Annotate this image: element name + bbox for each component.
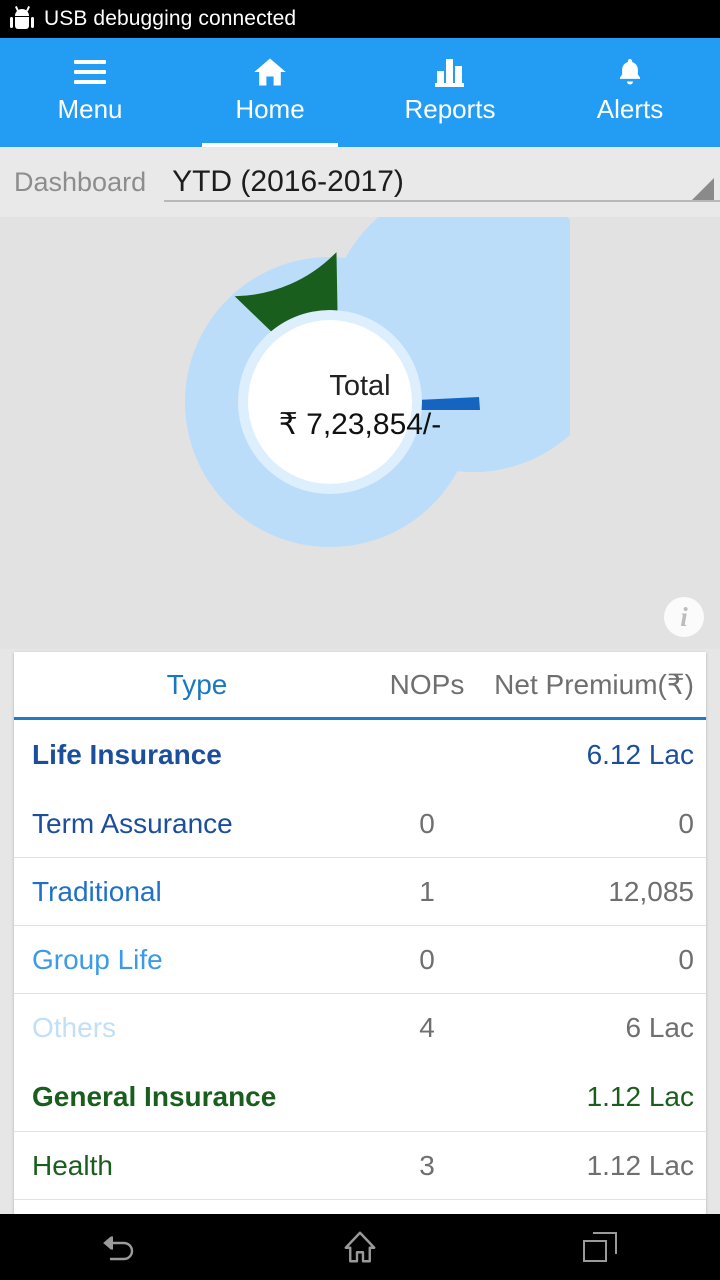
dashboard-label: Dashboard [14,166,147,197]
tab-menu-label: Menu [57,94,123,124]
row-nops-value: 3 [419,1149,435,1181]
nav-home-button[interactable] [300,1214,420,1280]
period-spinner[interactable]: YTD (2016-2017) [164,154,720,210]
donut-chart[interactable]: Total ₹ 7,23,854/- [0,217,720,587]
android-bugdroid-icon [10,6,34,32]
table-row[interactable]: Group Life 0 0 [14,926,706,994]
nav-back-button[interactable] [60,1214,180,1280]
table-row[interactable]: Term Assurance 0 0 [14,790,706,858]
home-icon [252,55,288,89]
hamburger-menu-icon [74,55,106,89]
spinner-underline [164,200,720,202]
back-arrow-icon [103,1236,134,1261]
row-type-label: Health [32,1149,113,1181]
app-screen: USB debugging connected Menu Home Report… [0,0,720,1280]
row-nops-value: 0 [419,943,435,975]
row-premium-value: 6.12 Lac [586,739,694,770]
table-row[interactable]: Traditional 1 12,085 [14,858,706,926]
spinner-caret-icon [692,178,714,200]
row-premium-value: 6 Lac [625,1012,695,1043]
home-outline-icon [344,1231,376,1263]
tab-reports[interactable]: Reports [360,38,540,147]
table-header-row: Type NOPs Net Premium(₹) [14,652,706,720]
status-bar: USB debugging connected [0,0,720,38]
summary-table-card: Type NOPs Net Premium(₹) Life Insurance … [14,652,706,1214]
row-type-label: Group Life [32,943,163,975]
system-navigation-bar [0,1214,720,1280]
nav-recent-button[interactable] [540,1214,660,1280]
tab-home-label: Home [235,94,305,124]
row-premium-value: 0 [678,943,694,975]
row-type-label: Traditional [32,875,162,907]
period-spinner-value: YTD (2016-2017) [172,165,404,198]
chart-panel: Total ₹ 7,23,854/- i [0,217,720,649]
column-header-nops: NOPs [389,668,465,700]
status-bar-text: USB debugging connected [44,7,297,30]
row-premium-value: 0 [678,807,694,839]
column-header-type: Type [166,668,228,700]
table-row[interactable]: General Insurance 1.12 Lac [14,1062,706,1132]
row-premium-value: 12,085 [608,875,694,907]
top-tab-bar: Menu Home Reports Alerts [0,38,720,147]
table-row[interactable]: Health 3 1.12 Lac [14,1132,706,1200]
table-row[interactable]: Others 4 6 Lac [14,994,706,1062]
filter-bar: Dashboard YTD (2016-2017) [0,147,720,217]
row-premium-value: 1.12 Lac [586,1080,694,1112]
bar-chart-icon [434,55,466,89]
row-type-label: Others [32,1012,117,1043]
tab-reports-label: Reports [404,94,496,124]
row-premium-value: 1.12 Lac [586,1149,694,1181]
row-nops-value: 1 [419,875,435,907]
row-type-label: Life Insurance [32,739,222,770]
bell-icon [615,55,645,89]
tab-alerts-label: Alerts [596,94,664,124]
row-type-label: Term Assurance [32,807,233,839]
row-nops-value: 4 [419,1012,435,1043]
row-nops-value: 0 [419,807,435,839]
recent-apps-icon [583,1232,617,1262]
info-icon[interactable]: i [664,597,704,637]
tab-alerts[interactable]: Alerts [540,38,720,147]
row-type-label: General Insurance [32,1080,277,1112]
tab-home[interactable]: Home [180,38,360,147]
table-row[interactable]: Life Insurance 6.12 Lac [14,720,706,790]
column-header-premium: Net Premium(₹) [494,669,694,700]
tab-menu[interactable]: Menu [0,38,180,147]
